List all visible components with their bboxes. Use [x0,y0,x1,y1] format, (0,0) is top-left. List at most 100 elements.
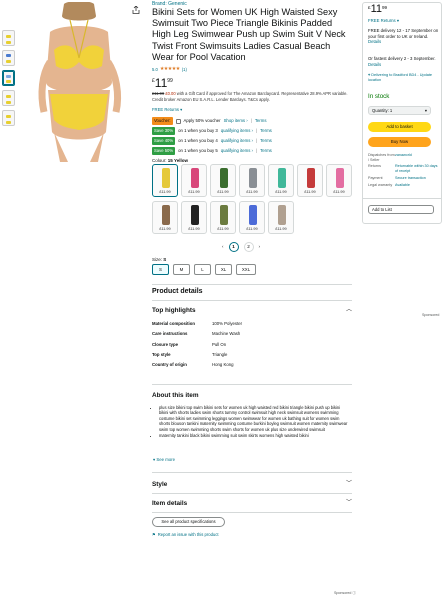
main-product-image[interactable] [20,2,138,162]
quantity-select[interactable]: Quantity: 1 ▾ [368,106,431,115]
terms-link[interactable]: Terms [255,118,267,123]
swatch-price: £11.99 [159,190,171,195]
chevron-up-icon: ︿ [345,307,352,314]
thumbnail-3[interactable] [2,70,15,86]
colour-swatch[interactable]: £11.99 [210,164,236,197]
thumbnail-4[interactable] [2,90,15,106]
seller-info-key: Returns [368,164,381,169]
quantity-label: Quantity: 1 [372,107,393,113]
colour-swatch[interactable]: £11.99 [210,201,236,234]
report-issue-link[interactable]: ⚑ Report an issue with this product [152,532,219,537]
style-label: Style [152,481,168,488]
spec-value: Pull On [212,341,227,347]
colour-swatch[interactable]: £11.99 [268,164,294,197]
swatch-image [278,205,286,225]
colour-swatch[interactable]: £11.99 [152,201,178,234]
qualifying-items-link[interactable]: qualifying items › [221,128,253,133]
share-icon[interactable] [132,5,140,14]
separator: | [256,148,258,154]
spec-row: Country of origin Hong Kong [152,362,302,367]
terms-link[interactable]: Terms [260,138,272,143]
qualifying-items-link[interactable]: qualifying items › [221,138,253,143]
top-highlights-toggle[interactable]: Top highlights ︿ [152,305,352,317]
colour-label-text: Colour: [152,158,167,163]
qualifying-items-link[interactable]: qualifying items › [221,148,253,153]
save-offer-row: Save 50% on 1 when you buy 5 qualifying … [152,146,352,156]
style-toggle[interactable]: Style ﹀ [152,479,352,491]
about-bullet: maternity tankini black bikini swimming … [159,433,350,438]
fastest-details-link[interactable]: Details [368,62,381,67]
rating-count[interactable]: (1) [182,67,187,72]
divider [152,493,352,494]
rating-row[interactable]: 5.0 ★★★★★ (1) [152,66,187,72]
thumbnail-5[interactable] [2,110,15,126]
voucher-text: Apply 50% voucher [183,118,221,124]
seller-info-key: Dispatches from / Seller [368,153,395,162]
shop-items-link[interactable]: Shop items › [224,118,248,123]
thumbnail-2[interactable] [2,50,15,66]
delivery-details-link[interactable]: Details [368,39,381,44]
colour-swatch[interactable]: £11.99 [239,201,265,234]
terms-link[interactable]: Terms [260,148,272,153]
see-more-label: See more [156,457,176,462]
size-option-s[interactable]: S [152,264,169,275]
spec-key: Material composition [152,321,195,326]
swatch-price: £11.99 [188,190,200,195]
spec-value: 100% Polyester [212,321,243,326]
buybox-price-whole: 11 [370,3,382,15]
buy-now-button[interactable]: Buy Now [368,137,431,147]
colour-swatch[interactable]: £11.99 [152,164,178,197]
size-option-l[interactable]: L [194,264,211,275]
star-rating-icon[interactable]: ★★★★★ [160,66,180,72]
swatch-image [336,168,344,188]
divider [152,384,352,385]
colour-swatch[interactable]: £11.99 [181,201,207,234]
buybox-free-returns[interactable]: FREE Returns ▾ [368,18,440,24]
see-more-link[interactable]: ▾ See more [153,457,175,462]
report-issue-label: Report an issue with this product [157,532,219,537]
save-text: on 1 when you buy 5 [178,148,218,154]
colour-selected: 15 Yellow [167,158,188,163]
spec-key: Closure type [152,341,179,347]
size-option-xxl[interactable]: XXL [236,264,256,275]
seller-info-value[interactable]: Returnable within 30 days of receipt [395,164,440,173]
swatch-image [162,205,170,225]
seller-info-value[interactable]: Available [395,183,440,188]
pager-prev-button[interactable]: ‹ [222,244,224,250]
colour-swatch-grid: £11.99 £11.99 £11.99 £11.99 £11.99 £11.99 £11.… [152,164,352,234]
size-option-m[interactable]: M [173,264,190,275]
swatch-price: £11.99 [304,190,316,195]
swatch-image [162,168,170,188]
spec-value: Triangle [212,352,228,358]
buybox-price-fraction: 99 [381,5,388,10]
item-details-label: Item details [152,500,188,507]
terms-link[interactable]: Terms [260,128,272,133]
see-all-specs-button[interactable]: See all product specifications [152,517,225,527]
add-to-list-button[interactable]: Add to List [368,205,434,214]
swatch-image [278,168,286,188]
colour-swatch[interactable]: £11.99 [268,201,294,234]
product-title: Bikini Sets for Women UK High Waisted Se… [152,7,346,62]
colour-swatch[interactable]: £11.99 [239,164,265,197]
voucher-row: Voucher: Apply 50% voucher Shop items › … [152,116,352,126]
seller-info-value[interactable]: zanaworld [395,153,440,162]
pager-page-1[interactable]: 1 [228,242,239,252]
free-returns-link[interactable]: FREE Returns ▾ [152,107,182,112]
item-details-toggle[interactable]: Item details ﹀ [152,498,352,510]
chevron-down-icon: ﹀ [345,481,352,488]
colour-swatch[interactable]: £11.99 [181,164,207,197]
delivery-location[interactable]: ⌖ Delivering to Bradford BD4 - Update lo… [368,73,440,83]
colour-swatch[interactable]: £11.99 [297,164,323,197]
colour-swatch[interactable]: £11.99 [326,164,352,197]
promo-text[interactable]: with a Gift Card if approved for The Ama… [152,91,348,102]
voucher-checkbox[interactable] [175,118,181,124]
size-option-xl[interactable]: XL [215,264,232,275]
seller-info-value[interactable]: Secure transaction [395,176,440,181]
add-to-basket-button[interactable]: Add to basket [368,122,431,132]
delivery-info: FREE delivery 12 - 17 September on your … [368,28,440,45]
thumbnail-1[interactable] [2,30,15,46]
spec-row: Closure type Pull On [152,342,302,347]
pager-next-button[interactable]: › [259,244,261,250]
swatch-price: £11.99 [275,190,287,195]
pager-page-2[interactable]: 2 [243,242,254,252]
